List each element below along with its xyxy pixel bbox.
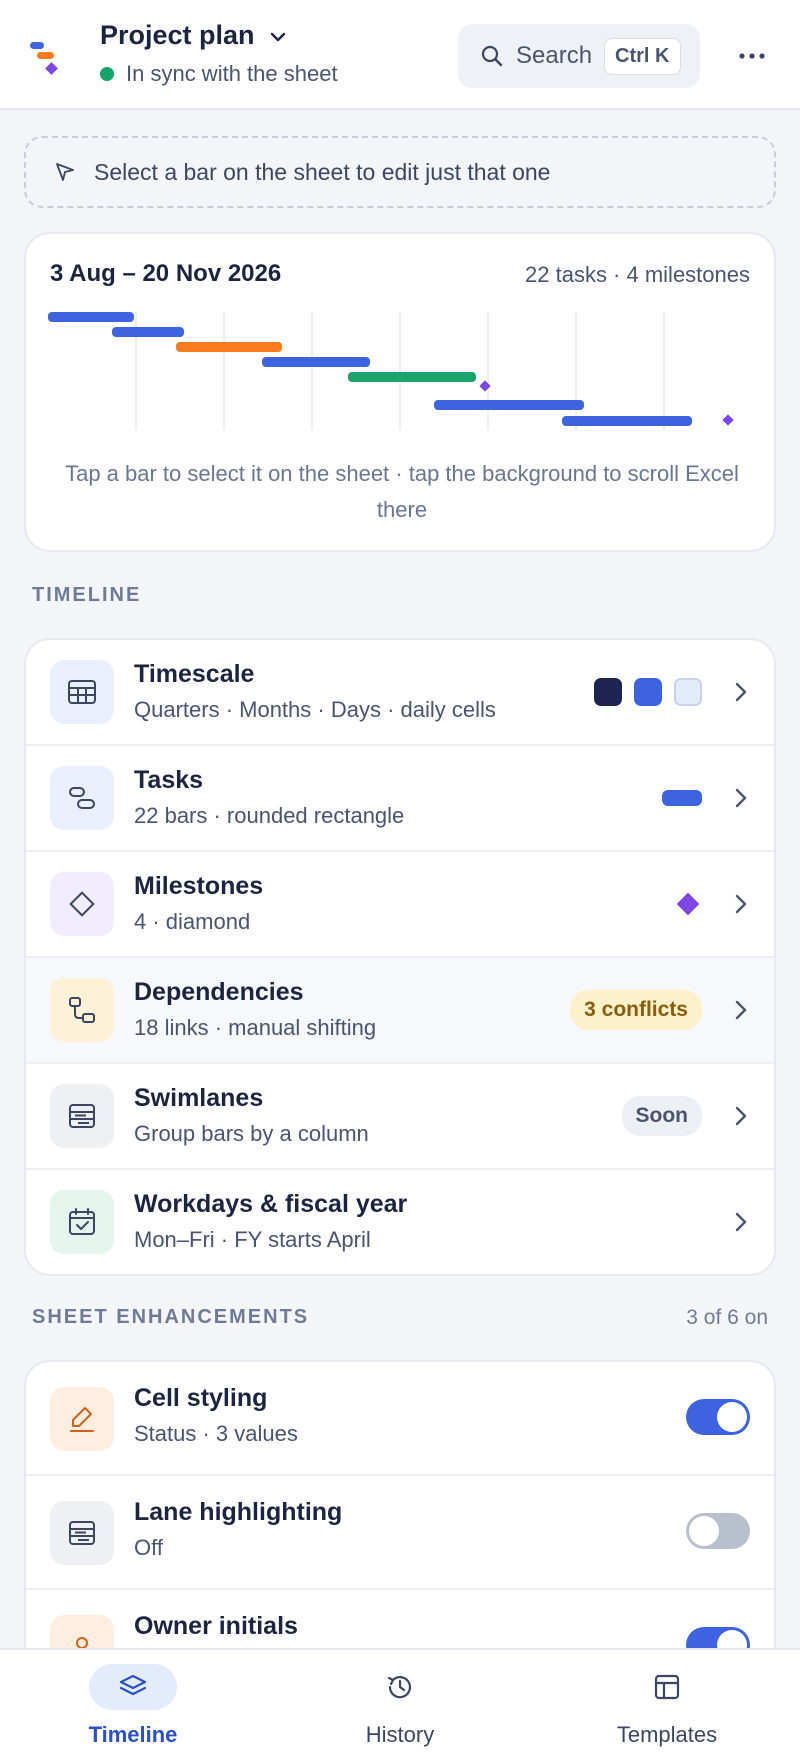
section-title-enhancements: SHEET ENHANCEMENTS [32,1306,310,1328]
nav-label: Timeline [88,1722,178,1747]
chevron-right-icon [735,1000,747,1020]
brush-icon [50,1387,114,1451]
preview-help-text: Tap a bar to select it on the sheet · ta… [65,461,739,522]
history-icon [387,1676,412,1699]
settings-row-timescale[interactable]: Timescale Quarters · Months · Days · dai… [26,640,774,746]
enhancement-title: Cell styling [134,1384,268,1412]
color-swatch [634,678,662,706]
enhancement-title: Lane highlighting [134,1498,343,1526]
enhancements-count: 3 of 6 on [686,1306,768,1329]
nav-item-templates[interactable]: Templates [534,1650,800,1760]
more-icon [739,53,765,59]
gantt-bar[interactable] [434,400,584,410]
enhancement-subtitle: Status · 3 values [134,1421,298,1446]
settings-row-title: Dependencies [134,978,304,1006]
timeline-preview-card: 3 Aug – 20 Nov 2026 22 tasks · 4 milesto… [24,232,776,552]
bottom-navigation: Timeline History Templates [0,1648,800,1760]
selection-hint-text: Select a bar on the sheet to edit just t… [94,158,551,185]
settings-row-title: Swimlanes [134,1084,264,1112]
milestone-swatch [676,892,700,916]
gantt-milestone[interactable] [722,414,734,426]
color-swatch [594,678,622,706]
search-button[interactable]: Search Ctrl K [458,24,700,88]
sync-dot [100,67,114,81]
enhancement-title: Owner initials [134,1612,298,1640]
settings-row-subtitle: 18 links · manual shifting [134,1015,377,1040]
timescale-color-swatches [582,640,702,744]
settings-row-milestones[interactable]: Milestones 4 · diamond [26,852,774,958]
gantt-bar[interactable] [48,312,134,322]
app-header: Project plan In sync with the sheet Sear… [0,0,800,110]
conflicts-badge: 3 conflicts [570,990,702,1030]
search-label: Search [516,42,593,69]
bar-style-swatch [662,790,702,806]
gantt-bar[interactable] [562,416,692,426]
dependency-icon [50,978,114,1042]
nav-label: Templates [616,1722,718,1747]
enhancement-row-lane-highlighting[interactable]: Lane highlighting Off [26,1476,774,1590]
cursor-icon [56,163,74,181]
settings-row-swimlanes[interactable]: Swimlanes Group bars by a column Soon [26,1064,774,1170]
task-bar-style-preview [662,746,702,850]
gantt-gridlines [135,312,665,430]
gantt-bar[interactable] [176,342,282,352]
gantt-bar[interactable] [112,327,184,337]
chevron-right-icon [735,1212,747,1232]
calendar-icon [50,1190,114,1254]
more-button[interactable] [736,40,768,72]
diamond-icon [50,872,114,936]
milestone-style-preview [674,852,702,956]
cell-styling-toggle[interactable] [686,1399,750,1435]
timeline-settings-card: Timescale Quarters · Months · Days · dai… [24,638,776,1276]
enhancement-subtitle: Off [134,1535,163,1560]
task-bars-icon [50,766,114,830]
color-swatch [674,678,702,706]
lanes-icon [50,1084,114,1148]
settings-row-title: Timescale [134,660,255,688]
lanes-icon [50,1501,114,1565]
date-range: 3 Aug – 20 Nov 2026 [50,260,282,287]
selection-hint: Select a bar on the sheet to edit just t… [24,136,776,208]
nav-label: History [365,1722,435,1747]
lane-highlighting-toggle[interactable] [686,1513,750,1549]
settings-row-subtitle: 22 bars · rounded rectangle [134,803,405,828]
settings-row-subtitle: 4 · diamond [134,909,251,934]
task-counts: 22 tasks · 4 milestones [525,262,750,287]
gantt-preview[interactable] [48,308,754,438]
nav-item-history[interactable]: History [267,1650,533,1760]
project-selector[interactable]: Project plan In sync with the sheet [100,20,338,87]
gantt-bar[interactable] [348,372,476,382]
chevron-right-icon [735,682,747,702]
chevron-down-icon [270,32,286,41]
settings-row-title: Workdays & fiscal year [134,1190,408,1218]
settings-row-title: Tasks [134,766,204,794]
page-title: Project plan [100,20,255,50]
search-icon [481,45,503,67]
keyboard-shortcut: Ctrl K [604,37,681,75]
chevron-right-icon [735,1106,747,1126]
chevron-right-icon [735,788,747,808]
nav-item-timeline[interactable]: Timeline [0,1650,266,1760]
settings-row-title: Milestones [134,872,264,900]
app-logo [30,42,58,75]
layers-icon [119,1674,147,1696]
settings-row-subtitle: Group bars by a column [134,1121,369,1146]
settings-row-dependencies[interactable]: Dependencies 18 links · manual shifting … [26,958,774,1064]
sync-status: In sync with the sheet [100,61,338,87]
sync-status-text: In sync with the sheet [126,61,338,86]
enhancement-row-cell-styling[interactable]: Cell styling Status · 3 values [26,1362,774,1476]
table-icon [50,660,114,724]
settings-row-subtitle: Mon–Fri · FY starts April [134,1227,371,1252]
gantt-bar[interactable] [262,357,370,367]
section-title-timeline: TIMELINE [32,584,142,606]
settings-row-tasks[interactable]: Tasks 22 bars · rounded rectangle [26,746,774,852]
template-icon [654,1674,680,1700]
soon-badge: Soon [621,1096,702,1136]
settings-row-subtitle: Quarters · Months · Days · daily cells [134,697,496,722]
chevron-right-icon [735,894,747,914]
settings-row-workdays[interactable]: Workdays & fiscal year Mon–Fri · FY star… [26,1170,774,1274]
